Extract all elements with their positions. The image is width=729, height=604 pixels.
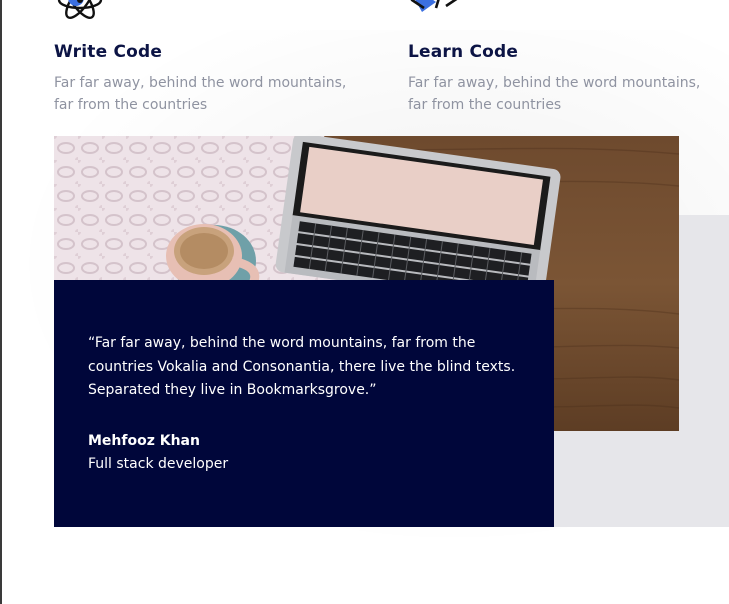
code-brackets-icon: [408, 0, 460, 24]
page-edge-border: [0, 0, 2, 604]
feature-title: Learn Code: [408, 42, 519, 62]
testimonial-author: Mehfooz Khan: [88, 433, 200, 449]
atom-icon: [54, 0, 106, 24]
testimonial-quote: “Far far away, behind the word mountains…: [88, 335, 516, 398]
testimonial-card: “Far far away, behind the word mountains…: [54, 280, 554, 527]
feature-description: Far far away, behind the word mountains,…: [408, 75, 701, 113]
feature-title: Write Code: [54, 42, 163, 62]
testimonial-role: Full stack developer: [88, 456, 229, 472]
feature-description: Far far away, behind the word mountains,…: [54, 75, 347, 113]
